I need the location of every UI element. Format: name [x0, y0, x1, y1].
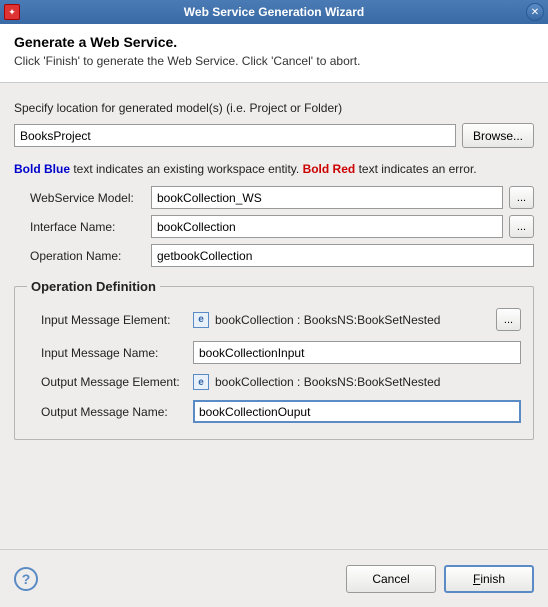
webservice-model-browse-button[interactable]: ... — [509, 186, 534, 209]
output-message-name-label: Output Message Name: — [27, 405, 187, 419]
cancel-button[interactable]: Cancel — [346, 565, 436, 593]
hint-blue: Bold Blue — [14, 162, 70, 176]
webservice-model-input[interactable] — [151, 186, 503, 209]
location-label: Specify location for generated model(s) … — [14, 101, 534, 115]
interface-name-input[interactable] — [151, 215, 503, 238]
page-heading: Generate a Web Service. — [14, 34, 534, 50]
output-message-name-input[interactable] — [193, 400, 521, 423]
wizard-footer: ? Cancel Finish — [0, 549, 548, 607]
finish-button[interactable]: Finish — [444, 565, 534, 593]
wizard-content: Specify location for generated model(s) … — [0, 83, 548, 549]
help-icon[interactable]: ? — [14, 567, 38, 591]
hint-text: Bold Blue text indicates an existing wor… — [14, 162, 534, 176]
interface-name-label: Interface Name: — [30, 220, 145, 234]
operation-name-label: Operation Name: — [30, 249, 145, 263]
input-message-element-browse-button[interactable]: ... — [496, 308, 521, 331]
titlebar: ✦ Web Service Generation Wizard ✕ — [0, 0, 548, 24]
element-icon: e — [193, 312, 209, 328]
input-message-name-label: Input Message Name: — [27, 346, 187, 360]
input-message-element-label: Input Message Element: — [27, 313, 187, 327]
hint-red: Bold Red — [303, 162, 356, 176]
wizard-header: Generate a Web Service. Click 'Finish' t… — [0, 24, 548, 83]
input-message-name-input[interactable] — [193, 341, 521, 364]
window-title: Web Service Generation Wizard — [184, 5, 364, 19]
app-icon: ✦ — [4, 4, 20, 20]
close-icon[interactable]: ✕ — [526, 3, 544, 21]
page-instruction: Click 'Finish' to generate the Web Servi… — [14, 54, 534, 68]
webservice-model-label: WebService Model: — [30, 191, 145, 205]
operation-definition-legend: Operation Definition — [27, 279, 160, 294]
element-icon: e — [193, 374, 209, 390]
operation-definition-group: Operation Definition Input Message Eleme… — [14, 279, 534, 440]
interface-name-browse-button[interactable]: ... — [509, 215, 534, 238]
output-message-element-value: bookCollection : BooksNS:BookSetNested — [215, 375, 440, 389]
input-message-element-value: bookCollection : BooksNS:BookSetNested — [215, 313, 440, 327]
location-input[interactable] — [14, 124, 456, 147]
browse-button[interactable]: Browse... — [462, 123, 534, 148]
operation-name-input[interactable] — [151, 244, 534, 267]
output-message-element-label: Output Message Element: — [27, 375, 187, 389]
